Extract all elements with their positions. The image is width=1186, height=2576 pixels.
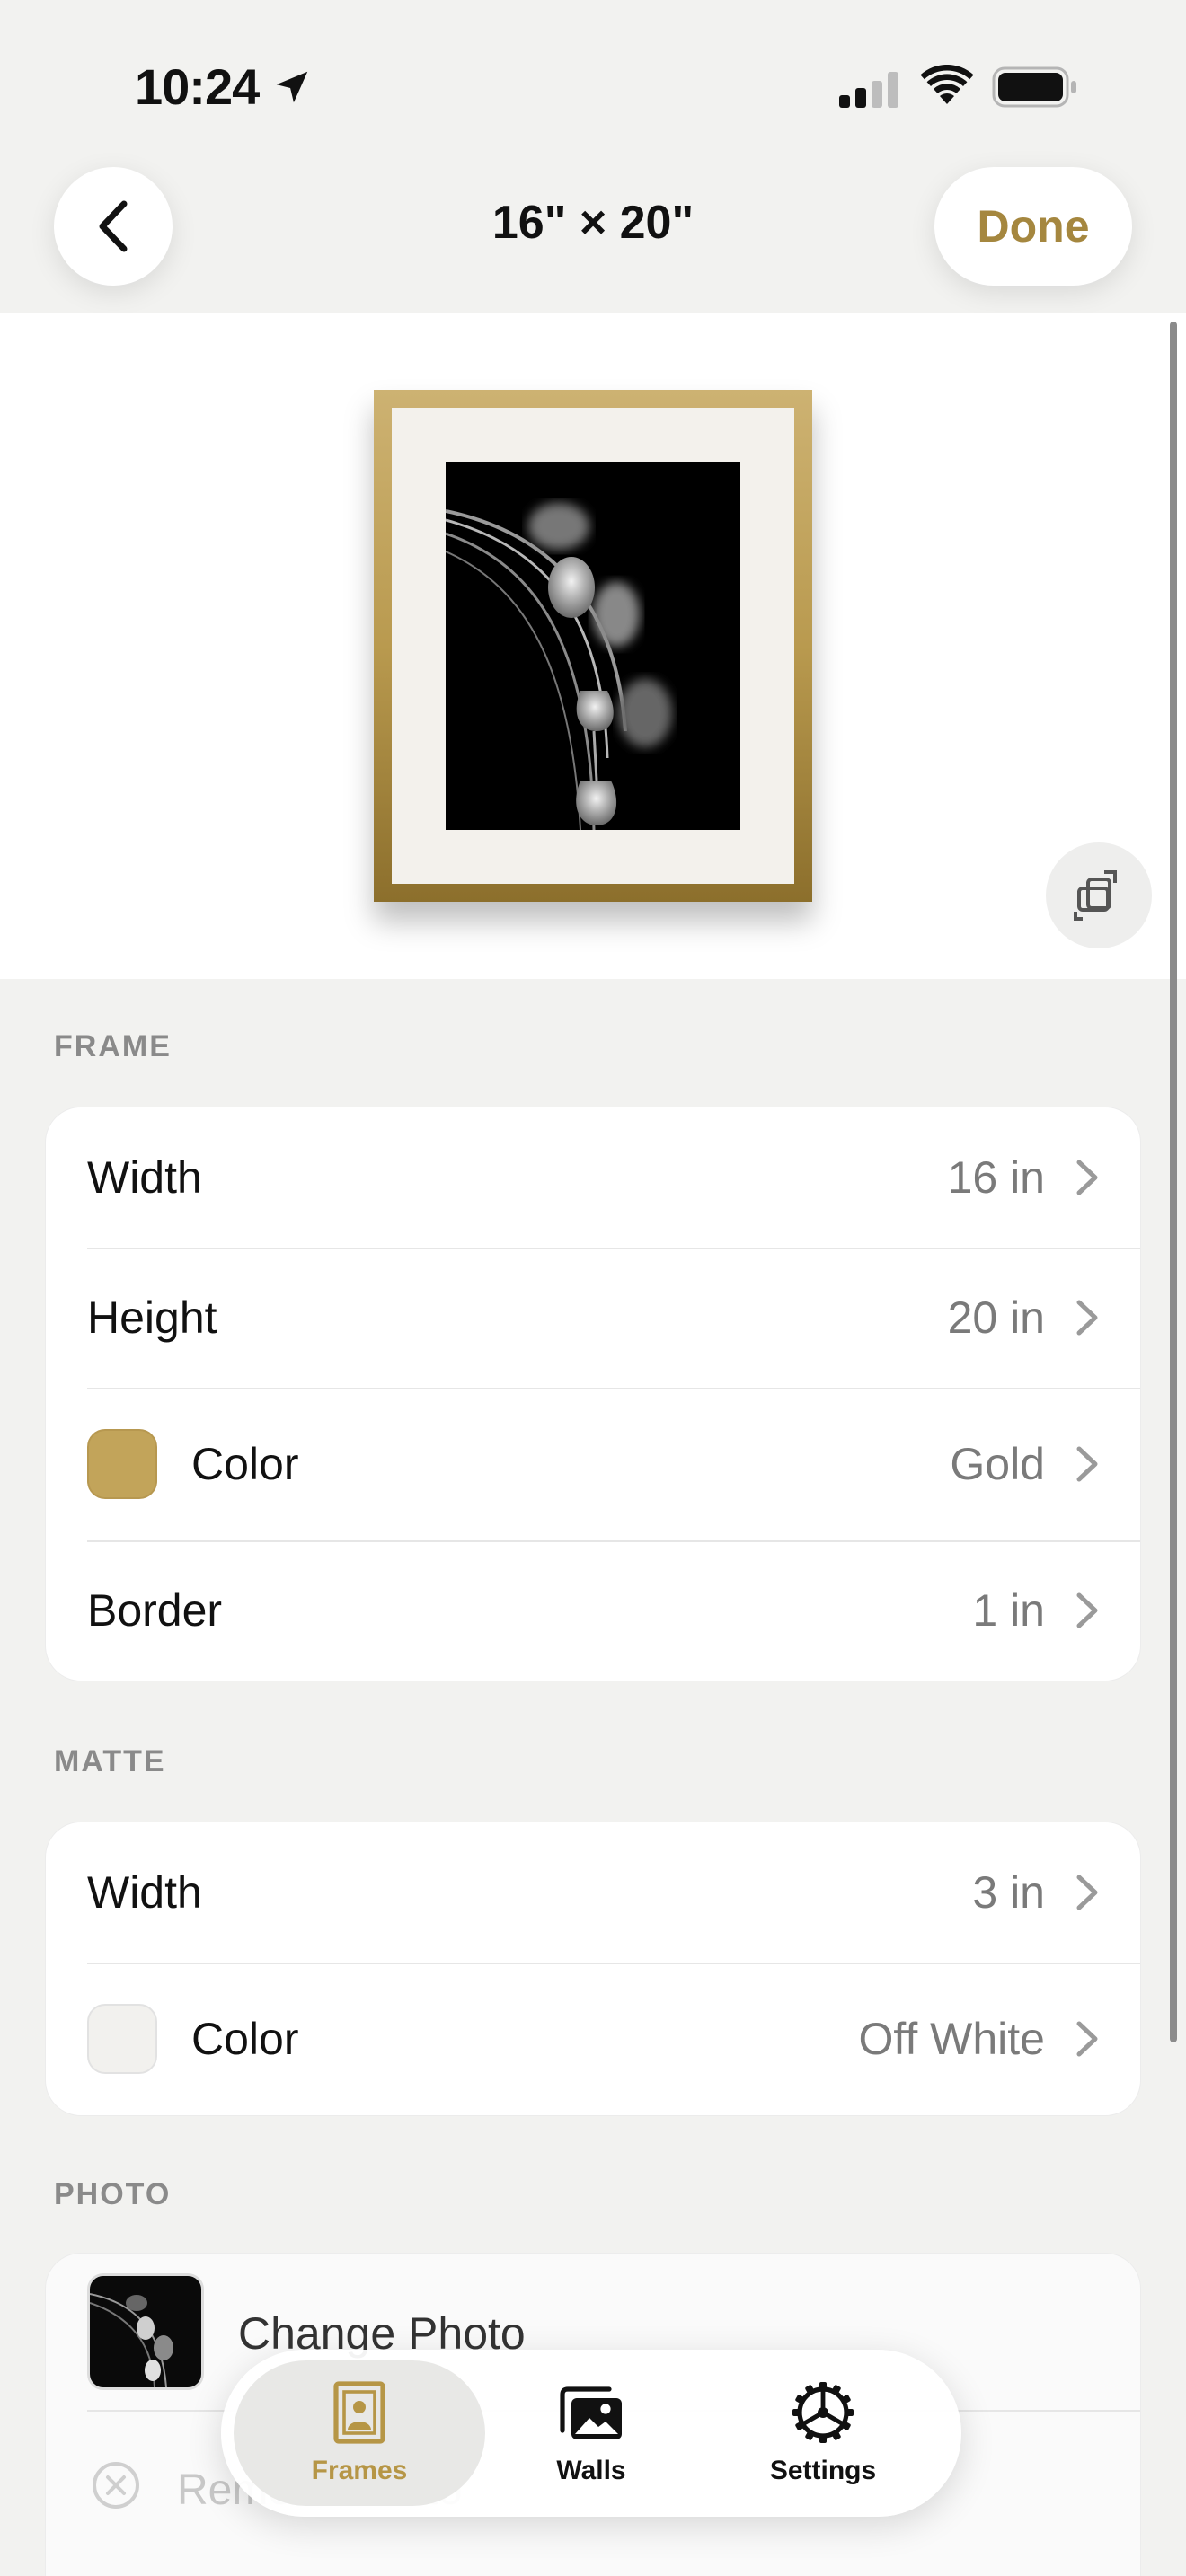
rotate-orientation-button[interactable] xyxy=(1046,842,1152,948)
frame-height-row[interactable]: Height 20 in xyxy=(46,1248,1140,1388)
row-value: Gold xyxy=(950,1439,1045,1489)
remove-circle-icon xyxy=(93,2462,139,2509)
matte-width-row[interactable]: Width 3 in xyxy=(46,1822,1140,1963)
frame-color-row[interactable]: Color Gold xyxy=(46,1388,1140,1540)
flower-thumbnail-image xyxy=(90,2293,173,2387)
photo-thumbnail xyxy=(87,2273,204,2390)
tab-label: Walls xyxy=(556,2456,626,2485)
row-label: Width xyxy=(87,1867,202,1918)
gold-color-swatch xyxy=(87,1429,157,1499)
tab-label: Frames xyxy=(311,2456,408,2485)
location-arrow-icon xyxy=(276,71,308,103)
row-value: 20 in xyxy=(947,1292,1045,1343)
frame-border-row[interactable]: Border 1 in xyxy=(46,1540,1140,1681)
wifi-icon xyxy=(920,65,974,104)
tab-label: Settings xyxy=(769,2456,877,2485)
frame-section-header: FRAME xyxy=(54,1029,172,1063)
matte-color-row[interactable]: Color Off White xyxy=(46,1963,1140,2115)
frame-width-row[interactable]: Width 16 in xyxy=(46,1107,1140,1248)
chevron-right-icon xyxy=(1076,1300,1098,1336)
tab-frames[interactable]: Frames xyxy=(234,2360,485,2506)
row-label: Color xyxy=(191,1439,299,1489)
row-value: 16 in xyxy=(947,1152,1045,1203)
row-label: Height xyxy=(87,1292,217,1343)
row-value: 1 in xyxy=(972,1585,1045,1636)
chevron-right-icon xyxy=(1076,1160,1098,1195)
matte xyxy=(392,408,794,884)
row-value: 3 in xyxy=(972,1867,1045,1918)
tab-settings[interactable]: Settings xyxy=(697,2360,949,2506)
signal-icon xyxy=(839,72,898,108)
back-button[interactable] xyxy=(54,167,173,286)
scrollbar[interactable] xyxy=(1170,322,1177,2042)
chevron-right-icon xyxy=(1076,2021,1098,2057)
frame-preview xyxy=(0,313,1186,979)
tab-bar: Frames Walls Settings xyxy=(221,2350,961,2517)
picture-frame xyxy=(374,390,812,902)
tab-walls[interactable]: Walls xyxy=(465,2360,717,2506)
row-label: Border xyxy=(87,1585,223,1636)
status-time: 10:24 xyxy=(135,58,260,115)
matte-section-header: MATTE xyxy=(54,1744,166,1778)
matte-settings-card: Width 3 in Color Off White xyxy=(45,1822,1141,2116)
rotate-icon xyxy=(1074,870,1117,921)
chevron-right-icon xyxy=(1076,1592,1098,1628)
row-value: Off White xyxy=(858,2014,1045,2064)
gear-icon xyxy=(792,2382,854,2443)
row-label: Color xyxy=(191,2014,299,2064)
frame-settings-card: Width 16 in Height 20 in Color Gold Bord… xyxy=(45,1107,1141,1681)
flower-photo-image xyxy=(446,503,672,830)
battery-icon xyxy=(992,66,1076,108)
framed-photo xyxy=(446,462,740,830)
frame-portrait-icon xyxy=(333,2381,385,2444)
photos-stack-icon xyxy=(560,2386,622,2439)
chevron-right-icon xyxy=(1076,1446,1098,1482)
chevron-left-icon xyxy=(99,200,128,252)
chevron-right-icon xyxy=(1076,1875,1098,1910)
photo-section-header: PHOTO xyxy=(54,2177,172,2211)
row-label: Width xyxy=(87,1152,202,1203)
status-bar: 10:24 xyxy=(0,0,1186,153)
page-title: 16" × 20" xyxy=(491,197,695,249)
off-white-color-swatch xyxy=(87,2004,157,2074)
done-button[interactable]: Done xyxy=(934,167,1132,286)
